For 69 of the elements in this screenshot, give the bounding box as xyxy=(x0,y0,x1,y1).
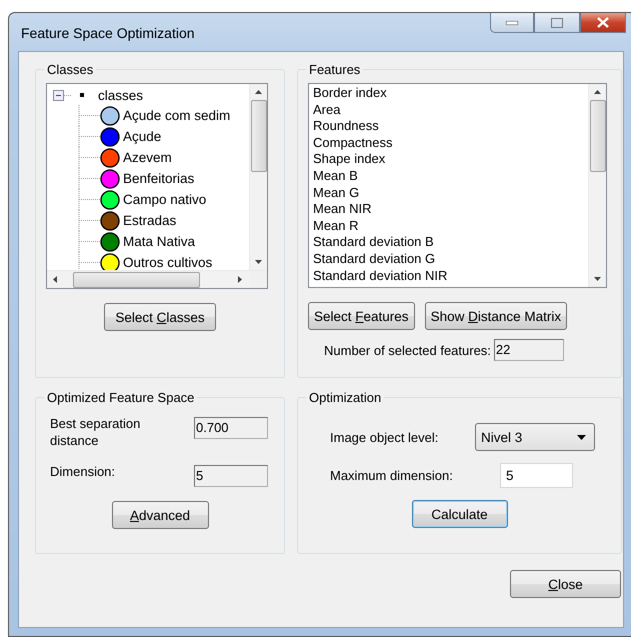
list-item[interactable]: Mean NIR xyxy=(313,201,584,218)
tree-item[interactable]: Açude com sedim xyxy=(123,108,230,123)
tree-item[interactable]: Azevem xyxy=(123,150,172,165)
tree-line xyxy=(78,252,100,270)
tree-item[interactable]: Campo nativo xyxy=(123,192,206,207)
scroll-up-icon[interactable] xyxy=(594,90,601,94)
minimize-icon xyxy=(506,20,518,24)
group-title: Features xyxy=(308,62,362,77)
scroll-down-icon[interactable] xyxy=(594,277,601,281)
list-item[interactable]: Standard deviation B xyxy=(313,234,584,251)
horizontal-scrollbar[interactable] xyxy=(47,270,267,288)
tree-line xyxy=(78,147,100,168)
list-item[interactable]: Compactness xyxy=(313,134,584,152)
vertical-scrollbar[interactable] xyxy=(249,84,267,270)
advanced-button[interactable]: Advanced xyxy=(112,501,208,529)
field-label: Image object level: xyxy=(330,430,438,444)
value-field: 0.700 xyxy=(194,417,268,439)
tree-line xyxy=(78,189,100,210)
level-dropdown[interactable]: Nivel 3 xyxy=(475,423,595,451)
select-classes-button[interactable]: Select Classes xyxy=(104,303,216,331)
list-item[interactable]: Shape index xyxy=(313,151,584,168)
maximize-button[interactable] xyxy=(534,13,580,33)
scroll-left-icon[interactable] xyxy=(53,276,57,283)
value-field: 5 xyxy=(194,465,268,487)
list-item[interactable]: Standard deviation G xyxy=(313,250,584,268)
tree-item[interactable]: Açude xyxy=(123,129,162,144)
tree-item[interactable]: classes xyxy=(98,88,144,102)
close-icon xyxy=(596,17,610,28)
list-item[interactable]: Roundness xyxy=(313,118,584,135)
group-title: Optimization xyxy=(308,390,382,405)
show-distance-matrix-button[interactable]: Show Distance Matrix xyxy=(424,302,568,330)
max-dimension-field[interactable]: 5 xyxy=(500,463,573,488)
window-title: Feature Space Optimization xyxy=(20,24,195,41)
group-title: Optimized Feature Space xyxy=(46,390,196,405)
node-icon xyxy=(80,93,84,97)
count-field: 22 xyxy=(494,339,564,361)
field-label: Dimension: xyxy=(50,463,116,480)
collapse-icon[interactable] xyxy=(53,90,64,100)
select-features-button[interactable]: Select Features xyxy=(308,302,415,330)
field-label: Number of selected features: xyxy=(324,342,491,358)
tree-line xyxy=(78,126,100,147)
field-label: Best separation distance xyxy=(50,415,142,449)
tree-line xyxy=(78,210,100,231)
minimize-button[interactable] xyxy=(490,13,534,33)
close-button[interactable] xyxy=(580,13,626,33)
scroll-down-icon[interactable] xyxy=(255,260,262,264)
list-item[interactable]: Standard deviation NIR xyxy=(313,268,584,284)
group-title: Classes xyxy=(46,62,94,77)
tree-line xyxy=(78,231,100,252)
tree-line xyxy=(64,94,72,96)
scroll-up-icon[interactable] xyxy=(255,90,262,94)
tree-item[interactable]: Mata Nativa xyxy=(123,234,196,249)
list-item[interactable]: Mean B xyxy=(313,168,584,185)
list-item[interactable]: Mean R xyxy=(313,218,584,234)
tree-line xyxy=(78,105,100,126)
tree-line xyxy=(78,168,100,189)
list-item[interactable]: Area xyxy=(313,102,584,118)
calculate-button[interactable]: Calculate xyxy=(412,500,508,528)
close-button[interactable]: Close xyxy=(510,570,621,598)
tree-item[interactable]: Benfeitorias xyxy=(123,171,194,186)
dropdown-arrow-icon xyxy=(577,434,586,440)
tree-item[interactable]: Outros cultivos xyxy=(123,255,212,270)
field-label: Maximum dimension: xyxy=(330,468,453,483)
maximize-icon xyxy=(551,18,563,28)
list-item[interactable]: Mean G xyxy=(313,184,584,202)
scroll-right-icon[interactable] xyxy=(238,276,242,283)
tree-item[interactable]: Estradas xyxy=(123,213,176,228)
vertical-scrollbar[interactable] xyxy=(588,84,606,287)
list-item[interactable]: Border index xyxy=(313,85,584,102)
